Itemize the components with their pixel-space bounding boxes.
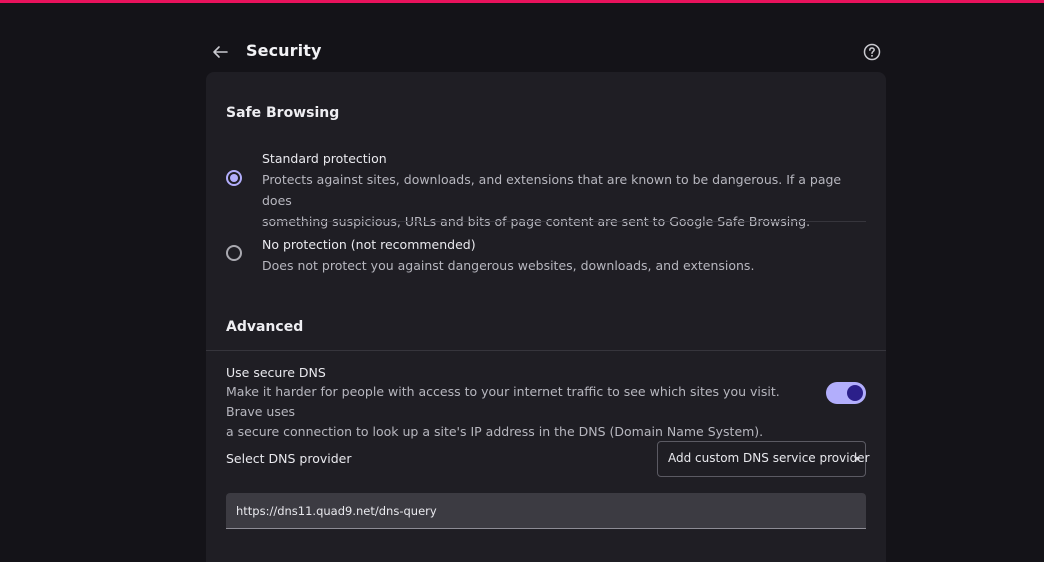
secure-dns-row: Use secure DNS Make it harder for people… xyxy=(226,364,866,442)
help-circle-icon xyxy=(863,43,881,61)
secure-dns-description: Make it harder for people with access to… xyxy=(226,382,811,442)
advanced-heading: Advanced xyxy=(226,319,304,335)
no-protection-text: No protection (not recommended) Does not… xyxy=(262,236,866,276)
no-protection-description: Does not protect you against dangerous w… xyxy=(262,258,755,273)
page-header: Security xyxy=(206,36,886,68)
safe-browsing-heading: Safe Browsing xyxy=(226,105,340,121)
standard-protection-desc-line1: Protects against sites, downloads, and e… xyxy=(262,172,842,208)
advanced-divider xyxy=(206,350,886,351)
standard-protection-text: Standard protection Protects against sit… xyxy=(262,150,866,232)
standard-protection-radio[interactable] xyxy=(226,170,242,186)
page-title: Security xyxy=(246,41,322,60)
secure-dns-desc-line2: a secure connection to look up a site's … xyxy=(226,424,764,439)
custom-dns-url-input[interactable] xyxy=(226,493,866,529)
chevron-down-icon xyxy=(854,457,860,461)
toggle-knob xyxy=(847,385,863,401)
back-button[interactable] xyxy=(208,40,232,64)
arrow-left-icon xyxy=(213,46,228,58)
secure-dns-label: Use secure DNS xyxy=(226,365,326,380)
no-protection-label: No protection (not recommended) xyxy=(262,237,476,252)
option-divider xyxy=(262,221,866,222)
help-button[interactable] xyxy=(862,42,882,62)
dns-provider-label: Select DNS provider xyxy=(226,451,352,466)
secure-dns-desc-line1: Make it harder for people with access to… xyxy=(226,384,780,419)
top-accent-bar xyxy=(0,0,1044,3)
dns-provider-select[interactable]: Add custom DNS service provider xyxy=(657,441,870,477)
no-protection-radio[interactable] xyxy=(226,245,242,261)
dns-provider-selected-value: Add custom DNS service provider xyxy=(668,451,870,465)
standard-protection-description: Protects against sites, downloads, and e… xyxy=(262,169,866,232)
security-settings-card: Safe Browsing Standard protection Protec… xyxy=(206,72,886,562)
standard-protection-label: Standard protection xyxy=(262,151,387,166)
secure-dns-toggle[interactable] xyxy=(826,382,866,404)
